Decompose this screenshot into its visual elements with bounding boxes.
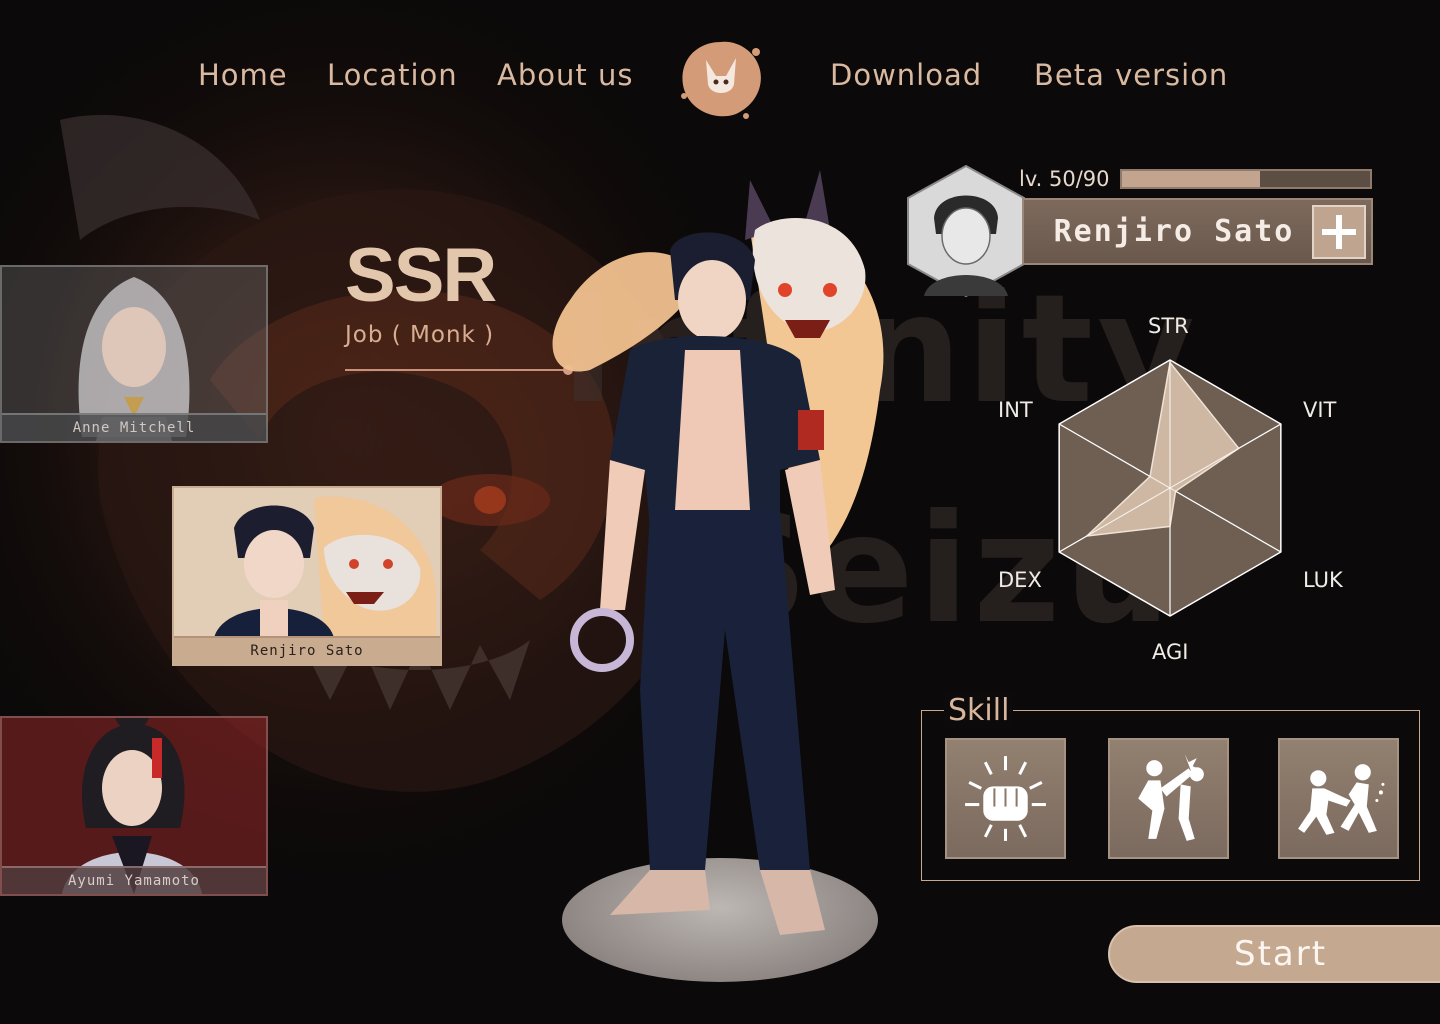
skill-button-kick[interactable] — [1108, 738, 1229, 859]
nav-beta-version[interactable]: Beta version — [1034, 58, 1228, 92]
stat-label-dex: DEX — [998, 568, 1042, 592]
roster-name-anne: Anne Mitchell — [2, 413, 266, 441]
stat-label-str: STR — [1148, 314, 1189, 338]
kick-icon — [1138, 754, 1204, 841]
job-label: Job ( Monk ) — [345, 322, 495, 348]
rarity-label: SSR — [345, 233, 497, 318]
nav-home[interactable]: Home — [198, 58, 288, 92]
roster-card-renjiro-sato[interactable]: Renjiro Sato — [172, 486, 442, 666]
fox-logo-icon[interactable] — [676, 36, 766, 120]
stat-label-agi: AGI — [1152, 640, 1189, 664]
nav-download[interactable]: Download — [830, 58, 982, 92]
roster-name-ayumi: Ayumi Yamamoto — [2, 866, 266, 894]
nav-about-us[interactable]: About us — [497, 58, 633, 92]
skill-button-punch[interactable] — [945, 738, 1066, 859]
start-button[interactable]: Start — [1108, 925, 1440, 983]
level-progress-fill — [1122, 171, 1260, 187]
character-avatar — [907, 164, 1025, 298]
plus-icon — [1322, 215, 1356, 249]
skill-button-combat[interactable] — [1278, 738, 1399, 859]
level-label: lv. 50/90 — [1019, 167, 1110, 191]
level-progress-bar — [1120, 169, 1372, 189]
stat-label-int: INT — [998, 398, 1033, 422]
stats-radar-chart — [1058, 359, 1282, 617]
character-name: Renjiro Sato — [1053, 214, 1295, 249]
stat-label-luk: LUK — [1303, 568, 1343, 592]
roster-card-anne-mitchell[interactable]: Anne Mitchell — [0, 265, 268, 443]
stat-label-vit: VIT — [1303, 398, 1337, 422]
nav-location[interactable]: Location — [327, 58, 458, 92]
roster-card-ayumi-yamamoto[interactable]: Ayumi Yamamoto — [0, 716, 268, 896]
combat-icon — [1298, 764, 1385, 835]
add-button[interactable] — [1312, 205, 1366, 259]
punch-icon — [965, 756, 1046, 841]
character-figure — [552, 170, 884, 935]
skill-title: Skill — [944, 693, 1014, 729]
roster-name-renjiro: Renjiro Sato — [174, 636, 440, 664]
